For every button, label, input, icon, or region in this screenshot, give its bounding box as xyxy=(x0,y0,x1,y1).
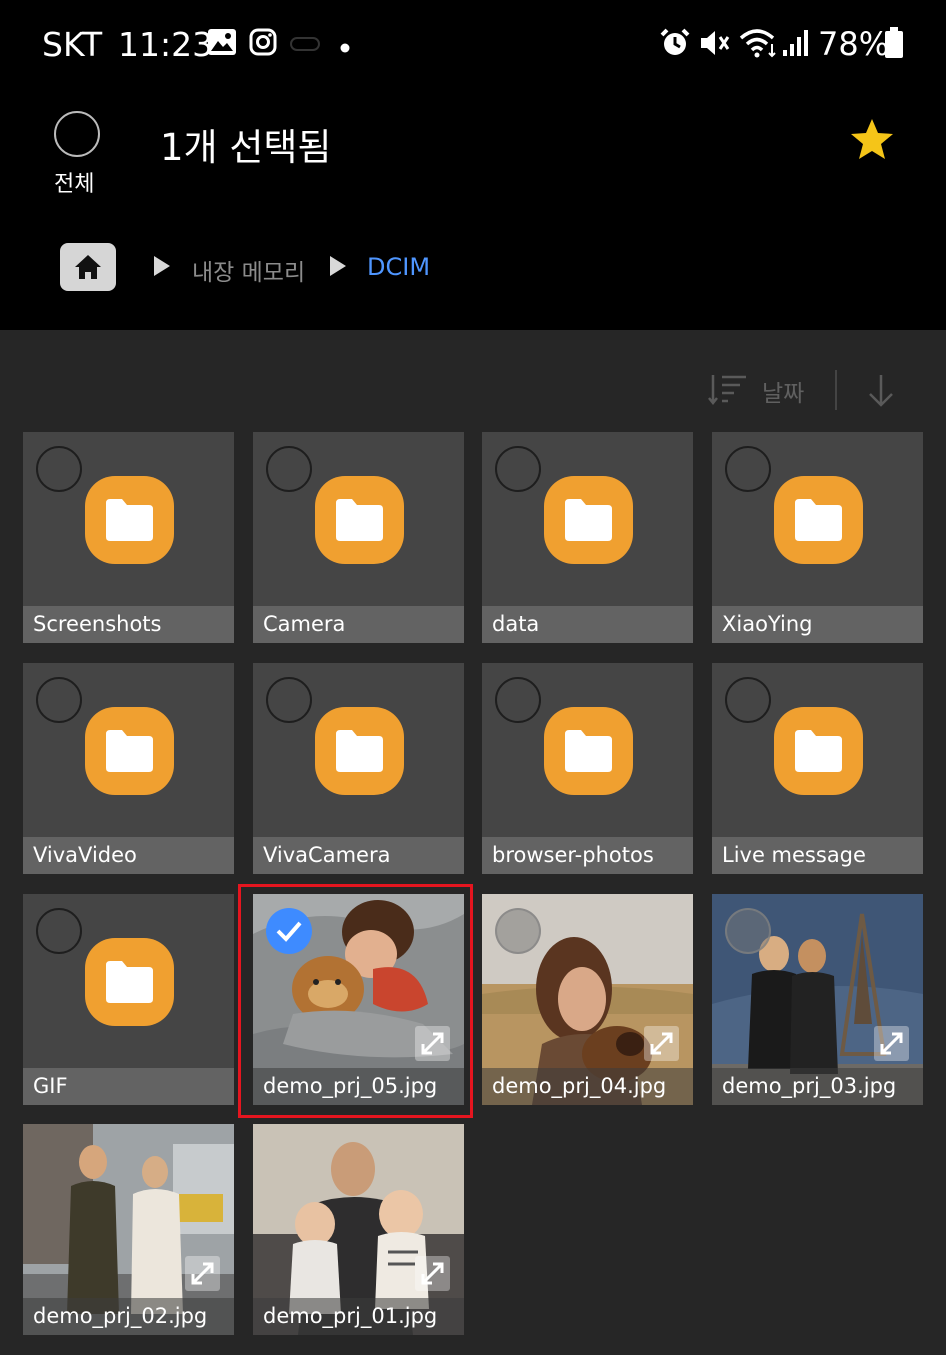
select-all-label[interactable]: 전체 xyxy=(54,166,94,198)
clock: 11:23 xyxy=(118,25,214,64)
breadcrumb-internal-memory[interactable]: 내장 메모리 xyxy=(192,253,305,287)
folder-icon xyxy=(774,476,863,564)
sort-icon[interactable] xyxy=(708,373,748,411)
home-icon xyxy=(74,253,102,285)
item-name: demo_prj_02.jpg xyxy=(23,1298,234,1335)
image-tile[interactable]: demo_prj_02.jpg xyxy=(23,1124,234,1335)
mute-icon xyxy=(699,28,731,62)
item-name: VivaCamera xyxy=(253,837,464,874)
folder-tile[interactable]: XiaoYing xyxy=(712,432,923,643)
image-tile[interactable]: demo_prj_05.jpg xyxy=(253,894,464,1105)
expand-icon[interactable] xyxy=(185,1256,220,1291)
carrier-label: SKT xyxy=(42,25,103,64)
more-notifications-icon xyxy=(290,36,320,55)
select-checkbox[interactable] xyxy=(725,446,771,492)
folder-icon xyxy=(544,707,633,795)
battery-percentage: 78% xyxy=(818,25,890,63)
image-tile[interactable]: demo_prj_01.jpg xyxy=(253,1124,464,1335)
expand-icon[interactable] xyxy=(415,1026,450,1061)
breadcrumb-dcim[interactable]: DCIM xyxy=(367,253,430,281)
item-name: demo_prj_01.jpg xyxy=(253,1298,464,1335)
image-tile[interactable]: demo_prj_03.jpg xyxy=(712,894,923,1105)
folder-tile[interactable]: Camera xyxy=(253,432,464,643)
folder-tile[interactable]: VivaVideo xyxy=(23,663,234,874)
status-bar: SKT 11:23 78% xyxy=(0,0,946,90)
select-checkbox-checked[interactable] xyxy=(266,908,312,954)
item-name: VivaVideo xyxy=(23,837,234,874)
item-name: Live message xyxy=(712,837,923,874)
item-name: Camera xyxy=(253,606,464,643)
item-name: XiaoYing xyxy=(712,606,923,643)
folder-tile[interactable]: Live message xyxy=(712,663,923,874)
select-checkbox[interactable] xyxy=(495,446,541,492)
select-checkbox[interactable] xyxy=(725,908,771,954)
wifi-icon xyxy=(739,28,779,62)
expand-icon[interactable] xyxy=(874,1026,909,1061)
breadcrumb-separator-icon xyxy=(328,254,348,282)
select-checkbox[interactable] xyxy=(725,677,771,723)
sort-label[interactable]: 날짜 xyxy=(762,374,804,408)
item-name: GIF xyxy=(23,1068,234,1105)
folder-icon xyxy=(85,476,174,564)
select-checkbox[interactable] xyxy=(266,677,312,723)
breadcrumb-separator-icon xyxy=(152,254,172,282)
select-checkbox[interactable] xyxy=(36,677,82,723)
select-checkbox[interactable] xyxy=(36,446,82,492)
folder-icon xyxy=(85,938,174,1026)
folder-icon xyxy=(315,707,404,795)
folder-tile[interactable]: browser-photos xyxy=(482,663,693,874)
arrow-down-icon[interactable] xyxy=(866,373,896,413)
folder-tile[interactable]: data xyxy=(482,432,693,643)
gallery-icon xyxy=(207,28,237,60)
expand-icon[interactable] xyxy=(644,1026,679,1061)
select-checkbox[interactable] xyxy=(266,446,312,492)
folder-tile[interactable]: VivaCamera xyxy=(253,663,464,874)
folder-icon xyxy=(315,476,404,564)
item-name: demo_prj_05.jpg xyxy=(253,1068,464,1105)
folder-icon xyxy=(774,707,863,795)
folder-icon xyxy=(85,707,174,795)
sort-divider xyxy=(835,370,837,410)
dot-icon xyxy=(340,38,350,57)
select-checkbox[interactable] xyxy=(495,677,541,723)
select-checkbox[interactable] xyxy=(495,908,541,954)
signal-icon xyxy=(781,28,811,62)
instagram-icon xyxy=(249,28,277,60)
battery-icon xyxy=(884,27,904,63)
folder-tile[interactable]: GIF xyxy=(23,894,234,1105)
selected-count-title: 1개 선택됨 xyxy=(160,126,332,169)
alarm-icon xyxy=(659,28,691,62)
folder-tile[interactable]: Screenshots xyxy=(23,432,234,643)
item-name: Screenshots xyxy=(23,606,234,643)
home-button[interactable] xyxy=(60,243,116,291)
item-name: browser-photos xyxy=(482,837,693,874)
item-name: demo_prj_04.jpg xyxy=(482,1068,693,1105)
image-tile[interactable]: demo_prj_04.jpg xyxy=(482,894,693,1105)
star-icon[interactable] xyxy=(850,118,894,164)
expand-icon[interactable] xyxy=(415,1256,450,1291)
folder-icon xyxy=(544,476,633,564)
item-name: demo_prj_03.jpg xyxy=(712,1068,923,1105)
select-all-checkbox[interactable] xyxy=(54,111,100,157)
select-checkbox[interactable] xyxy=(36,908,82,954)
header-area: SKT 11:23 78% 전체 1개 선택됨 내장 메모리 DCIM xyxy=(0,0,946,330)
item-name: data xyxy=(482,606,693,643)
